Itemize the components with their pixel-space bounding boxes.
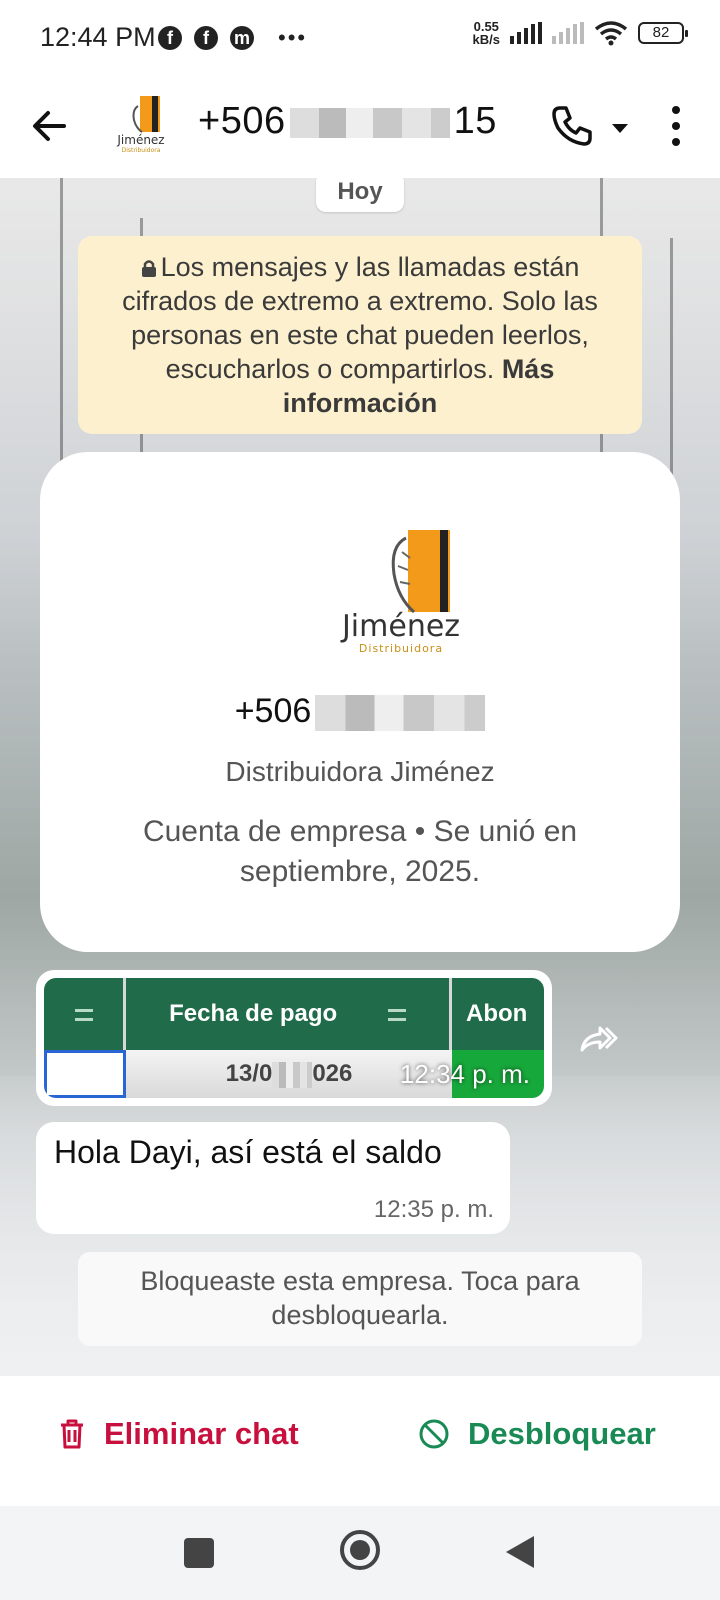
business-logo: Jiménez Distribuidora <box>340 530 460 655</box>
blocked-actions-bar: Eliminar chat Desbloquear <box>0 1376 720 1506</box>
filter-icon <box>74 1008 93 1021</box>
wifi-icon <box>594 21 628 46</box>
messenger-icon: m <box>230 26 254 50</box>
message-time: 12:34 p. m. <box>399 1059 530 1089</box>
contact-title[interactable]: +506 15 <box>198 100 497 143</box>
facebook-icon: f <box>158 26 182 50</box>
delete-chat-button[interactable]: Eliminar chat <box>58 1416 299 1452</box>
signal-icon <box>510 22 542 44</box>
recents-icon[interactable] <box>184 1538 214 1568</box>
image-message[interactable]: Fecha de pago Abon 13/0 026 12:34 p. m. <box>36 970 552 1106</box>
facebook-icon: f <box>194 26 218 50</box>
network-speed: 0.55 kB/s <box>472 19 500 47</box>
date-chip: Hoy <box>316 178 404 212</box>
notification-icons: f f m ••• <box>158 25 307 51</box>
chat-header: Jiménez Distribuidora +506 15 <box>0 80 720 178</box>
encryption-notice[interactable]: Los mensajes y las llamadas están cifrad… <box>78 236 642 434</box>
blocked-notice[interactable]: Bloqueaste esta empresa. Toca para desbl… <box>78 1252 642 1346</box>
business-name: Distribuidora Jiménez <box>225 756 495 787</box>
unblock-button[interactable]: Desbloquear <box>418 1416 656 1452</box>
filter-icon <box>387 1008 406 1021</box>
more-dots-icon: ••• <box>278 25 308 50</box>
svg-text:Jiménez: Jiménez <box>340 609 460 644</box>
business-info: Cuenta de empresa • Se unió en septiembr… <box>142 815 578 888</box>
redacted-date <box>272 1061 313 1088</box>
back-icon[interactable] <box>506 1536 534 1568</box>
status-time: 12:44 PM <box>40 22 156 52</box>
chevron-down-icon[interactable] <box>608 116 632 140</box>
sheet-header: Fecha de pago Abon <box>44 978 544 1050</box>
redacted-phone <box>289 107 450 138</box>
spreadsheet-image[interactable]: Fecha de pago Abon 13/0 026 12:34 p. m. <box>44 978 544 1098</box>
message-time: 12:35 p. m. <box>373 1196 494 1223</box>
phone-icon[interactable] <box>548 102 596 150</box>
block-icon <box>419 1419 449 1449</box>
battery-icon: 82 <box>638 22 688 44</box>
status-right: 0.55 kB/s 82 <box>472 19 688 47</box>
avatar[interactable]: Jiménez Distribuidora <box>110 94 172 156</box>
svg-text:Distribuidora: Distribuidora <box>359 642 443 655</box>
forward-icon[interactable] <box>576 1014 624 1062</box>
status-bar: 12:44 PM f f m ••• 0.55 kB/s 82 <box>0 0 720 80</box>
business-phone: +506 <box>40 692 680 732</box>
trash-icon <box>61 1419 83 1449</box>
back-arrow-icon[interactable] <box>26 102 74 150</box>
redacted-phone <box>315 695 486 732</box>
signal-no-service-icon <box>552 22 584 44</box>
chat-area[interactable]: Hoy Los mensajes y las llamadas están ci… <box>0 178 720 1376</box>
home-icon[interactable] <box>340 1530 380 1570</box>
svg-text:Jiménez: Jiménez <box>116 133 164 147</box>
lock-icon <box>141 260 156 277</box>
business-profile-card[interactable]: Jiménez Distribuidora +506 Distribuidora… <box>40 452 680 952</box>
message-body: Hola Dayi, así está el saldo <box>54 1134 442 1170</box>
text-message[interactable]: Hola Dayi, así está el saldo 12:35 p. m. <box>36 1122 510 1234</box>
system-nav-bar <box>0 1506 720 1600</box>
svg-text:Distribuidora: Distribuidora <box>122 147 161 154</box>
more-vert-icon[interactable] <box>660 100 692 152</box>
